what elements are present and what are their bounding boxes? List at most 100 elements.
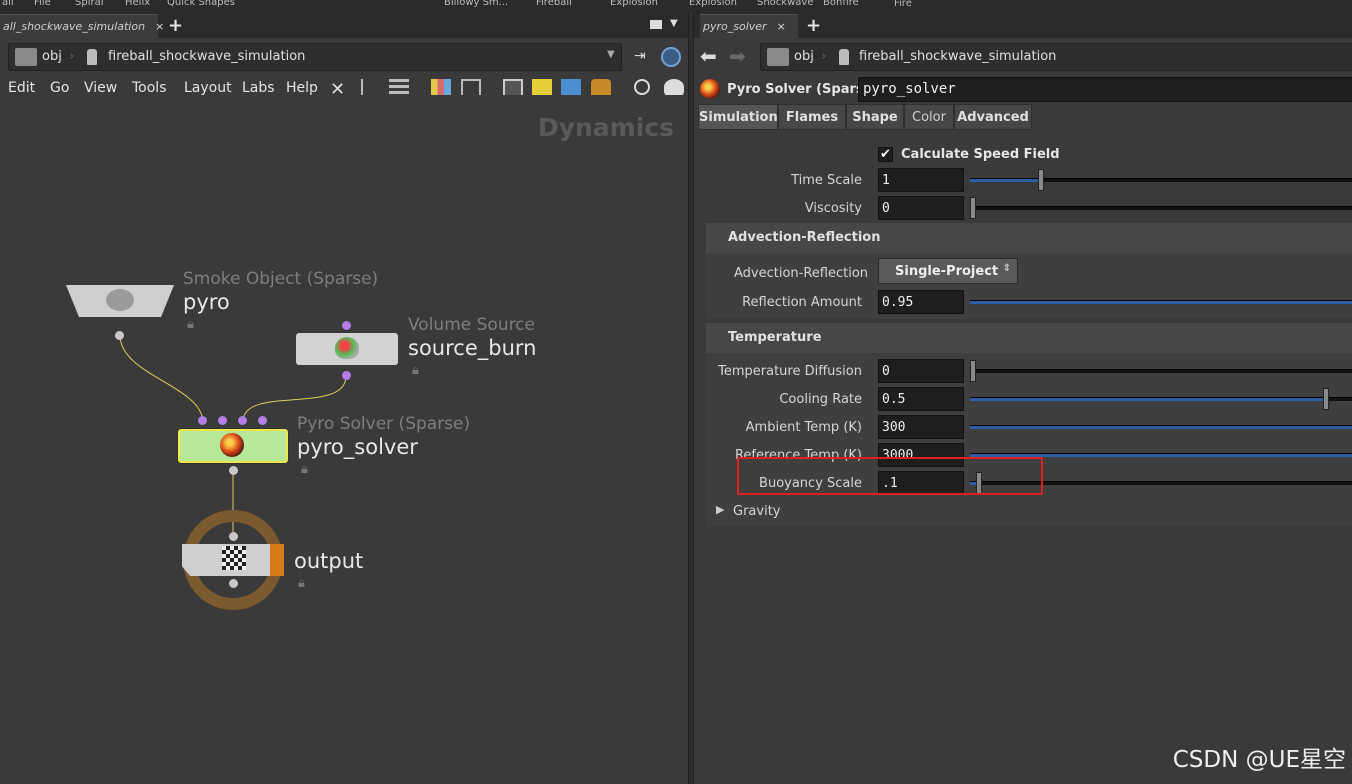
advection-dropdown[interactable]: Single-Project ⇕ xyxy=(878,258,1018,284)
output-port[interactable] xyxy=(229,466,238,475)
slider-handle[interactable] xyxy=(970,197,976,219)
shelf-tool[interactable]: Explosion xyxy=(610,0,658,8)
tab-network[interactable]: all_shockwave_simulation × xyxy=(0,14,164,38)
watermark-text: CSDN @UE星空 xyxy=(1172,747,1346,773)
path-dropdown-icon[interactable]: ▼ xyxy=(607,49,615,60)
pyro-solver-icon xyxy=(220,433,244,457)
shelf-tool[interactable]: File xyxy=(34,0,51,8)
menu-view[interactable]: View xyxy=(84,80,117,96)
back-arrow-icon[interactable]: ⬅ xyxy=(700,44,717,68)
time-scale-field[interactable]: 1 xyxy=(878,168,964,192)
breadcrumb-obj[interactable]: obj xyxy=(42,44,62,70)
network-editor-pane: all_shockwave_simulation × + ▼ obj › fire… xyxy=(0,12,688,784)
temperature-diffusion-slider[interactable] xyxy=(970,360,1352,382)
output-port[interactable] xyxy=(115,331,124,340)
temperature-section-header[interactable]: Temperature xyxy=(706,323,1352,353)
temperature-diffusion-field[interactable]: 0 xyxy=(878,359,964,383)
input-port[interactable] xyxy=(342,321,351,330)
ambient-temp-field[interactable]: 300 xyxy=(878,415,964,439)
tab-color[interactable]: Color xyxy=(904,104,954,130)
lock-icon[interactable]: 🔒︎ xyxy=(301,462,308,477)
shelf-tool[interactable]: Quick Shapes xyxy=(167,0,235,8)
network-view[interactable]: Dynamics Smoke Object (Sparse) pyro 🔒︎ V… xyxy=(0,95,688,762)
input-port[interactable] xyxy=(198,416,207,425)
tab-parameters[interactable]: pyro_solver × xyxy=(700,14,798,38)
path-field[interactable]: obj › fireball_shockwave_simulation ▼ xyxy=(8,43,622,71)
breadcrumb-network[interactable]: fireball_shockwave_simulation xyxy=(108,44,305,70)
input-port[interactable] xyxy=(229,532,238,541)
viscosity-field[interactable]: 0 xyxy=(878,196,964,220)
add-tab-icon[interactable]: + xyxy=(806,15,821,36)
param-label: Ambient Temp (K) xyxy=(745,420,862,435)
reflection-amount-field[interactable]: 0.95 xyxy=(878,290,964,314)
reflection-amount-slider[interactable] xyxy=(970,300,1352,304)
output-port[interactable] xyxy=(229,579,238,588)
menu-help[interactable]: Help xyxy=(286,80,318,96)
input-port[interactable] xyxy=(238,416,247,425)
shelf-tool[interactable]: Fireball xyxy=(536,0,572,8)
menu-edit[interactable]: Edit xyxy=(8,80,35,96)
lock-icon[interactable]: 🔒︎ xyxy=(298,576,305,591)
breadcrumb-network[interactable]: fireball_shockwave_simulation xyxy=(859,44,1056,70)
forward-arrow-icon[interactable]: ➡ xyxy=(729,44,746,68)
node-name-label[interactable]: output xyxy=(294,549,363,573)
network-path-bar: obj › fireball_shockwave_simulation ▼ ⇥ xyxy=(0,38,688,74)
pin-icon[interactable]: ⇥ xyxy=(634,48,654,64)
shelf-tool[interactable]: Shockwave xyxy=(757,0,813,8)
node-name-field[interactable]: pyro_solver xyxy=(858,77,1352,102)
menu-go[interactable]: Go xyxy=(50,80,69,96)
add-tab-icon[interactable]: + xyxy=(168,15,183,36)
slider-handle[interactable] xyxy=(970,360,976,382)
node-type-label: Pyro Solver (Sparse) xyxy=(727,82,879,97)
advection-section-header[interactable]: Advection-Reflection xyxy=(706,223,1352,253)
search-icon[interactable] xyxy=(634,79,650,95)
breadcrumb-obj[interactable]: obj xyxy=(794,44,814,70)
tab-flames[interactable]: Flames xyxy=(778,104,846,130)
lock-icon[interactable]: 🔒︎ xyxy=(412,363,419,378)
updown-icon: ⇕ xyxy=(1002,263,1011,274)
cooling-rate-field[interactable]: 0.5 xyxy=(878,387,964,411)
viscosity-slider[interactable] xyxy=(970,197,1352,219)
temperature-section-body xyxy=(706,353,1352,527)
ambient-temp-slider[interactable] xyxy=(970,425,1352,429)
lock-icon[interactable]: 🔒︎ xyxy=(187,317,194,332)
shelf-tool[interactable]: all xyxy=(2,0,14,8)
display-flag[interactable] xyxy=(270,544,284,576)
highlight-box xyxy=(737,457,1043,495)
input-port[interactable] xyxy=(258,416,267,425)
path-field[interactable]: obj › fireball_shockwave_simulation xyxy=(760,43,1352,71)
tab-simulation[interactable]: Simulation xyxy=(698,104,778,130)
node-type-label: Smoke Object (Sparse) xyxy=(183,269,379,289)
close-icon[interactable]: × xyxy=(777,20,786,33)
slider-handle[interactable] xyxy=(1323,388,1329,410)
slider-handle[interactable] xyxy=(1038,169,1044,191)
close-icon[interactable]: × xyxy=(155,20,164,33)
shelf-tool[interactable]: Explosion xyxy=(689,0,737,8)
node-name-label[interactable]: pyro xyxy=(183,290,230,314)
pane-layout-icon[interactable] xyxy=(650,20,662,29)
cooling-rate-slider[interactable] xyxy=(970,388,1352,410)
link-icon[interactable] xyxy=(661,47,681,67)
calc-speed-checkbox[interactable]: ✔ xyxy=(878,147,893,162)
menu-tools[interactable]: Tools xyxy=(132,80,167,96)
output-port[interactable] xyxy=(342,371,351,380)
input-port[interactable] xyxy=(218,416,227,425)
param-label: Time Scale xyxy=(791,173,862,188)
node-header: Pyro Solver (Sparse) pyro_solver xyxy=(694,74,1352,104)
tab-advanced[interactable]: Advanced xyxy=(954,104,1032,130)
gravity-folder-label[interactable]: Gravity xyxy=(733,504,780,519)
expand-arrow-icon[interactable]: ▶ xyxy=(716,503,724,516)
node-name-label[interactable]: pyro_solver xyxy=(297,435,418,459)
shelf-tool[interactable]: Fire xyxy=(894,0,912,9)
shelf-tool[interactable]: Bonfire xyxy=(823,0,859,8)
chevron-down-icon[interactable]: ▼ xyxy=(670,18,678,29)
node-name-label[interactable]: source_burn xyxy=(408,336,536,360)
shelf-tool[interactable]: Helix xyxy=(125,0,150,8)
time-scale-slider[interactable] xyxy=(970,169,1352,191)
shelf-tool[interactable]: Billowy Sm... xyxy=(444,0,508,8)
shelf-tool[interactable]: Spiral xyxy=(75,0,104,8)
menu-labs[interactable]: Labs xyxy=(242,80,275,96)
menu-layout[interactable]: Layout xyxy=(184,80,232,96)
checkered-flag-icon xyxy=(222,546,246,570)
tab-shape[interactable]: Shape xyxy=(846,104,904,130)
